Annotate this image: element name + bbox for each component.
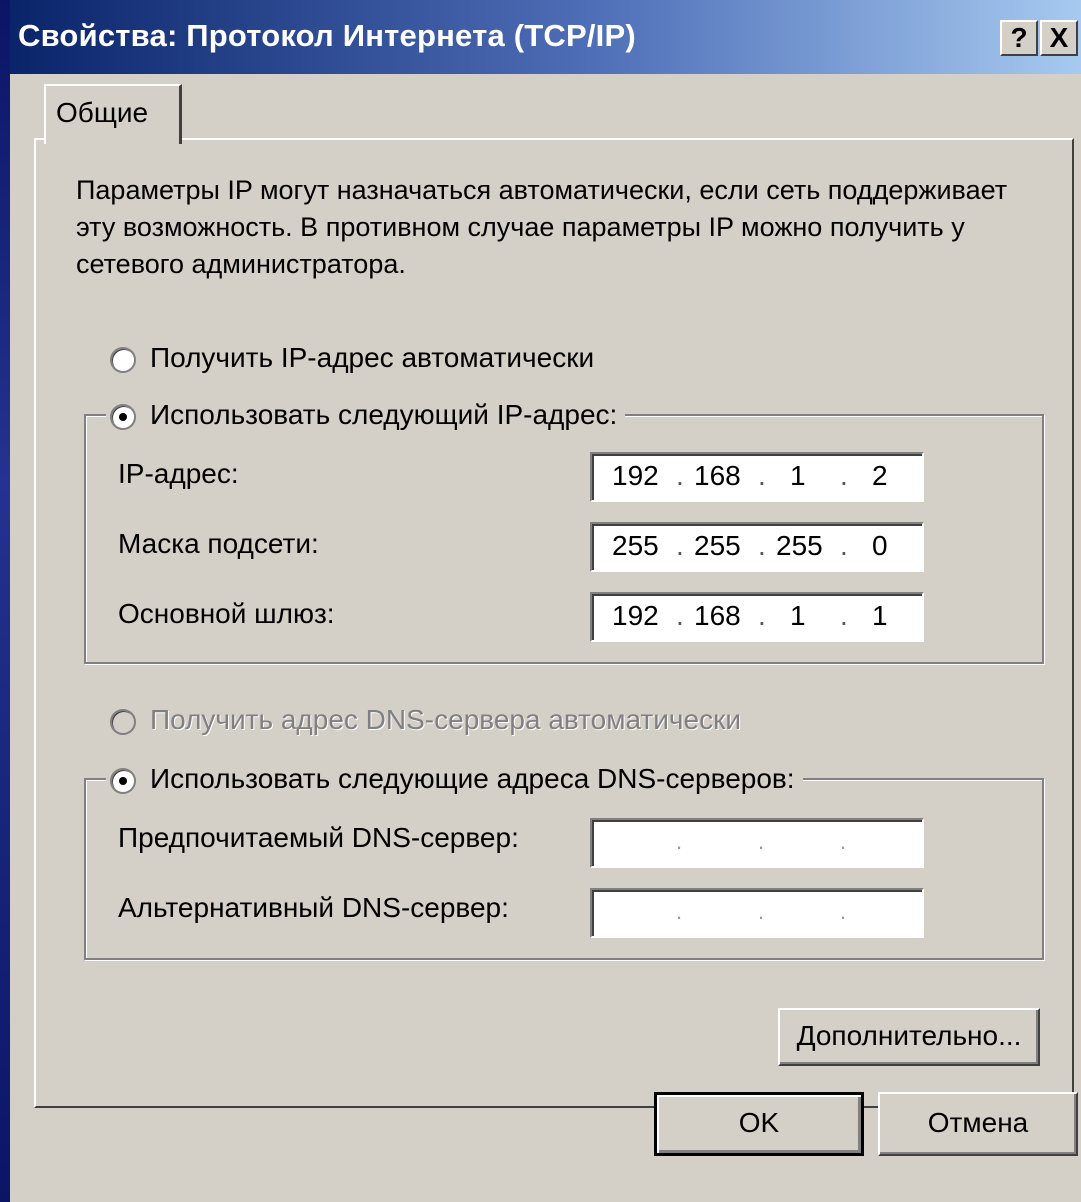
radio-ip-auto-label: Получить IP-адрес автоматически [150,342,595,373]
radio-ip-manual-label: Использовать следующий IP-адрес: [150,399,618,430]
radio-dns-auto[interactable] [110,708,136,735]
gateway-octet-1: 192 [612,600,659,631]
ip-address-octet-4: 2 [872,460,888,491]
ip-address-octet-2: 168 [694,460,741,491]
gateway-octet-4: 1 [872,600,888,631]
close-button[interactable]: X [1040,20,1078,56]
help-button[interactable]: ? [1000,20,1038,56]
subnet-mask-octet-4: 0 [872,530,888,561]
subnet-mask-input[interactable]: 255 . 255 . 255 . 0 [590,522,924,572]
preferred-dns-input[interactable]: . . . [590,818,924,868]
radio-dns-manual-row[interactable]: Использовать следующие адреса DNS-сервер… [106,759,803,799]
gateway-input[interactable]: 192 . 168 . 1 . 1 [590,592,924,642]
alternate-dns-input[interactable]: . . . [590,888,924,938]
subnet-mask-label: Маска подсети: [118,528,319,559]
ip-address-label: IP-адрес: [118,458,239,489]
radio-ip-auto-row[interactable]: Получить IP-адрес автоматически [110,338,594,378]
title-bar[interactable]: Свойства: Протокол Интернета (TCP/IP) ? … [10,0,1081,74]
radio-ip-manual[interactable] [110,403,136,430]
gateway-octet-3: 1 [790,600,806,631]
radio-dns-manual-label: Использовать следующие адреса DNS-сервер… [150,763,795,794]
preferred-dns-label: Предпочитаемый DNS-сервер: [118,822,519,853]
ok-button[interactable]: OK [654,1092,864,1156]
radio-dns-manual[interactable] [110,767,136,794]
subnet-mask-octet-1: 255 [612,530,659,561]
gateway-octet-2: 168 [694,600,741,631]
cancel-button[interactable]: Отмена [878,1092,1078,1156]
ip-address-octet-3: 1 [790,460,806,491]
tab-general[interactable]: Общие [44,84,182,144]
radio-dns-auto-row[interactable]: Получить адрес DNS-сервера автоматически [110,700,741,740]
radio-ip-auto[interactable] [110,346,136,373]
alternate-dns-label: Альтернативный DNS-сервер: [118,892,509,923]
advanced-button[interactable]: Дополнительно... [778,1008,1040,1066]
subnet-mask-octet-3: 255 [776,530,823,561]
window-title: Свойства: Протокол Интернета (TCP/IP) [18,18,636,53]
radio-dns-auto-label: Получить адрес DNS-сервера автоматически [150,704,741,735]
subnet-mask-octet-2: 255 [694,530,741,561]
ip-address-octet-1: 192 [612,460,659,491]
tcpip-properties-dialog: Свойства: Протокол Интернета (TCP/IP) ? … [10,0,1081,1202]
gateway-label: Основной шлюз: [118,598,335,629]
description-text: Параметры IP могут назначаться автоматич… [76,175,1008,279]
radio-ip-manual-row[interactable]: Использовать следующий IP-адрес: [106,395,626,435]
ip-address-input[interactable]: 192 . 168 . 1 . 2 [590,452,924,502]
